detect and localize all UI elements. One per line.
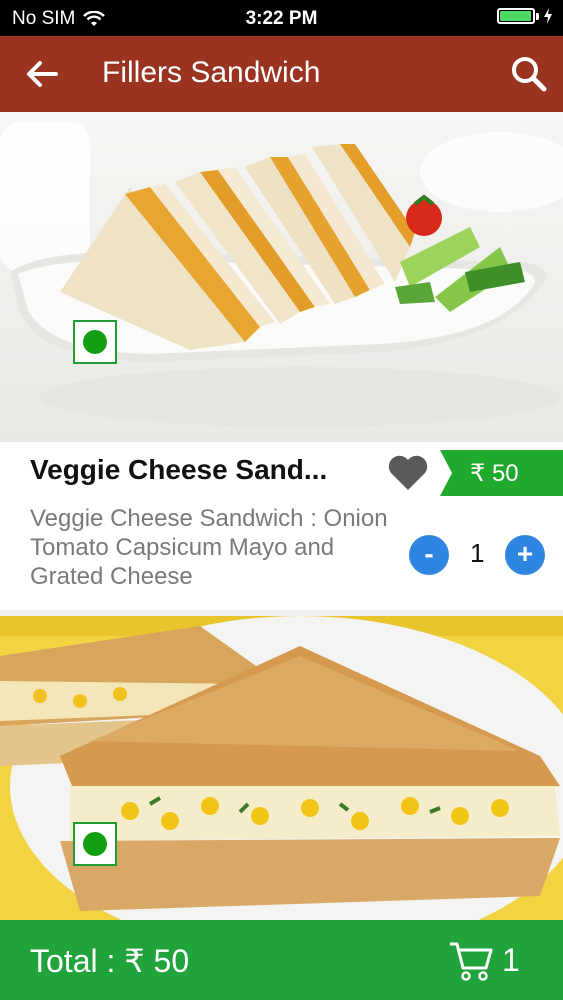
price-label: ₹ 50 (470, 460, 519, 487)
product-card[interactable] (0, 616, 563, 920)
veg-indicator-icon (73, 822, 117, 866)
product-card[interactable]: Veggie Cheese Sand... ₹ 50 Veggie Cheese… (0, 112, 563, 610)
increase-quantity-button[interactable]: + (505, 535, 545, 575)
product-description: Veggie Cheese Sandwich : Onion Tomato Ca… (30, 505, 388, 590)
cart-count: 1 (502, 942, 520, 978)
app-bar: Fillers Sandwich (0, 36, 563, 112)
charging-icon (544, 8, 552, 24)
back-arrow-icon[interactable] (22, 54, 62, 94)
battery-icon (497, 8, 535, 24)
quantity-value: 1 (470, 538, 485, 568)
product-image (0, 616, 563, 920)
veg-indicator-icon (73, 320, 117, 364)
price-tag: ₹ 50 (440, 450, 563, 496)
product-name[interactable]: Veggie Cheese Sand... (30, 454, 327, 486)
favorite-heart-icon[interactable] (386, 452, 430, 492)
battery-indicator (497, 8, 553, 24)
cart-footer[interactable]: Total : ₹ 50 1 (0, 920, 563, 1000)
decrease-quantity-button[interactable]: - (409, 535, 449, 575)
page-title: Fillers Sandwich (102, 56, 321, 89)
clock: 3:22 PM (245, 8, 318, 29)
product-image (0, 112, 563, 442)
cart-total: Total : ₹ 50 (30, 943, 190, 979)
cart-icon[interactable] (448, 938, 494, 982)
search-icon[interactable] (509, 54, 549, 94)
status-bar: No SIM 3:22 PM (0, 0, 563, 36)
